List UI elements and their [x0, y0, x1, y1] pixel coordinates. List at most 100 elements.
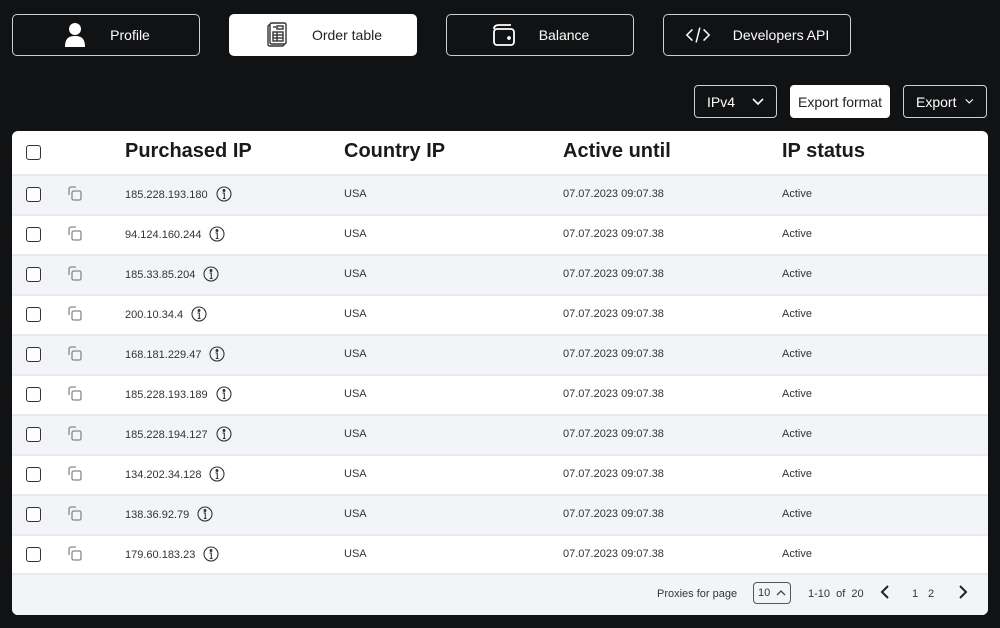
- info-icon[interactable]: [203, 266, 219, 282]
- copy-icon[interactable]: [67, 346, 83, 362]
- country-ip: USA: [344, 188, 367, 200]
- tab-balance[interactable]: Balance: [446, 14, 634, 56]
- main-nav: Profile Order table Balance Developers A…: [12, 14, 851, 56]
- ip-status: Active: [782, 508, 812, 520]
- export-format-button[interactable]: Export format: [790, 85, 890, 118]
- chevron-down-icon: [965, 98, 974, 104]
- info-icon[interactable]: [216, 386, 232, 402]
- purchased-ip: 185.33.85.204: [125, 269, 196, 281]
- copy-icon[interactable]: [67, 426, 83, 442]
- table-body: 185.228.193.180 USA 07.07.2023 09:07.38 Act…: [12, 174, 988, 574]
- country-ip: USA: [344, 268, 367, 280]
- protocol-select[interactable]: IPv4: [694, 85, 777, 118]
- purchased-ip: 94.124.160.244: [125, 229, 202, 241]
- purchased-ip: 138.36.92.79: [125, 509, 190, 521]
- next-page-icon[interactable]: [956, 584, 970, 600]
- purchased-ip: 134.202.34.128: [125, 469, 202, 481]
- chevron-down-icon: [752, 97, 764, 105]
- copy-icon[interactable]: [67, 386, 83, 402]
- column-header-ip-status[interactable]: IP status: [782, 140, 865, 163]
- info-icon[interactable]: [197, 506, 213, 522]
- toolbar: IPv4 Export format Export: [694, 85, 987, 118]
- ip-status: Active: [782, 348, 812, 360]
- previous-page-icon[interactable]: [878, 584, 892, 600]
- active-until: 07.07.2023 09:07.38: [563, 268, 664, 280]
- tab-label: Balance: [538, 27, 590, 43]
- purchased-ip: 185.228.194.127: [125, 429, 208, 441]
- column-header-active-until[interactable]: Active until: [563, 140, 671, 163]
- table-row: 94.124.160.244 USA 07.07.2023 09:07.38 Acti…: [12, 214, 988, 254]
- ip-status: Active: [782, 308, 812, 320]
- row-checkbox[interactable]: [26, 507, 41, 522]
- chevron-up-icon: [776, 590, 786, 596]
- copy-icon[interactable]: [67, 226, 83, 242]
- country-ip: USA: [344, 468, 367, 480]
- row-checkbox[interactable]: [26, 307, 41, 322]
- purchased-ip: 185.228.193.189: [125, 389, 208, 401]
- row-checkbox[interactable]: [26, 187, 41, 202]
- table-row: 138.36.92.79 USA 07.07.2023 09:07.38 Active: [12, 494, 988, 534]
- tab-developers-api[interactable]: Developers API: [663, 14, 851, 56]
- per-page-select[interactable]: 10: [753, 582, 791, 604]
- info-icon[interactable]: [209, 226, 226, 242]
- ip-status: Active: [782, 468, 812, 480]
- table-row: 185.33.85.204 USA 07.07.2023 09:07.38 Activ…: [12, 254, 988, 294]
- page-1-link[interactable]: 1: [912, 588, 918, 600]
- export-label: Export: [916, 93, 957, 110]
- row-checkbox[interactable]: [26, 547, 41, 562]
- info-icon[interactable]: [191, 306, 207, 322]
- tab-label: Profile: [110, 27, 150, 43]
- table-row: 185.228.194.127 USA 07.07.2023 09:07.38 Act…: [12, 414, 988, 454]
- info-icon[interactable]: [203, 546, 219, 562]
- table-row: 179.60.183.23 USA 07.07.2023 09:07.38 Activ…: [12, 534, 988, 574]
- export-button[interactable]: Export: [903, 85, 987, 118]
- table-header: Purchased IP Country IP Active until IP …: [12, 131, 988, 174]
- invoice-icon: [264, 22, 290, 48]
- copy-icon[interactable]: [67, 186, 83, 202]
- row-checkbox[interactable]: [26, 347, 41, 362]
- active-until: 07.07.2023 09:07.38: [563, 308, 664, 320]
- protocol-value: IPv4: [707, 93, 736, 110]
- code-icon: [685, 22, 711, 48]
- copy-icon[interactable]: [67, 306, 83, 322]
- row-checkbox[interactable]: [26, 267, 41, 282]
- page-range: 1-10 of 20: [808, 588, 864, 600]
- select-all-checkbox[interactable]: [26, 145, 41, 160]
- info-icon[interactable]: [216, 186, 232, 202]
- active-until: 07.07.2023 09:07.38: [563, 188, 664, 200]
- purchased-ip: 179.60.183.23: [125, 549, 196, 561]
- table-row: 134.202.34.128 USA 07.07.2023 09:07.38 Acti…: [12, 454, 988, 494]
- tab-order-table[interactable]: Order table: [229, 14, 417, 56]
- column-header-country-ip[interactable]: Country IP: [344, 140, 445, 163]
- purchased-ip: 185.228.193.180: [125, 189, 208, 201]
- copy-icon[interactable]: [67, 546, 83, 562]
- info-icon[interactable]: [216, 426, 232, 442]
- row-checkbox[interactable]: [26, 387, 41, 402]
- per-page-value: 10: [758, 587, 771, 599]
- copy-icon[interactable]: [67, 506, 83, 522]
- order-table: Purchased IP Country IP Active until IP …: [12, 131, 988, 615]
- info-icon[interactable]: [209, 466, 226, 482]
- pagination: Proxies for page 10 1-10 of 20 1 2: [12, 573, 988, 615]
- active-until: 07.07.2023 09:07.38: [563, 548, 664, 560]
- copy-icon[interactable]: [67, 466, 83, 482]
- country-ip: USA: [344, 228, 367, 240]
- user-icon: [62, 22, 88, 48]
- row-checkbox[interactable]: [26, 467, 41, 482]
- ip-status: Active: [782, 268, 812, 280]
- active-until: 07.07.2023 09:07.38: [563, 348, 664, 360]
- country-ip: USA: [344, 548, 367, 560]
- per-page-label: Proxies for page: [657, 588, 738, 600]
- tab-profile[interactable]: Profile: [12, 14, 200, 56]
- row-checkbox[interactable]: [26, 227, 41, 242]
- country-ip: USA: [344, 308, 367, 320]
- wallet-icon: [491, 22, 517, 48]
- column-header-purchased-ip[interactable]: Purchased IP: [125, 140, 252, 163]
- active-until: 07.07.2023 09:07.38: [563, 228, 664, 240]
- page-2-link[interactable]: 2: [928, 588, 934, 600]
- copy-icon[interactable]: [67, 266, 83, 282]
- active-until: 07.07.2023 09:07.38: [563, 468, 664, 480]
- row-checkbox[interactable]: [26, 427, 41, 442]
- tab-label: Developers API: [732, 27, 830, 43]
- info-icon[interactable]: [209, 346, 226, 362]
